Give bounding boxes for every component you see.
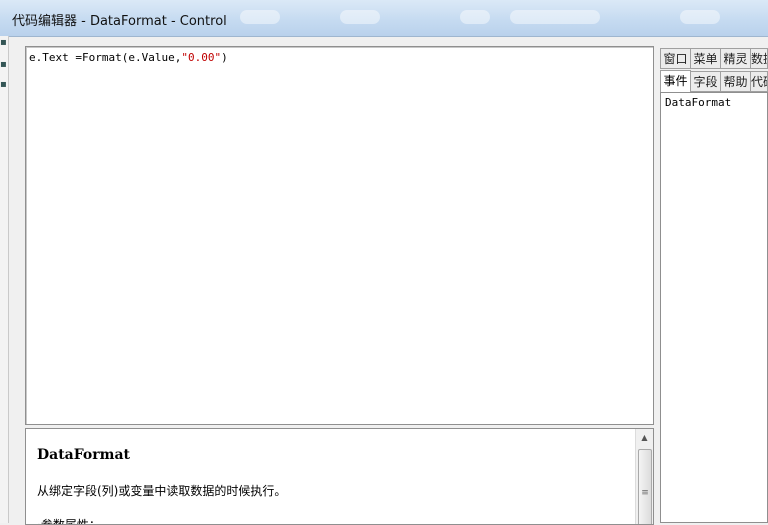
tab-fields[interactable]: 字段	[690, 71, 721, 92]
window-title: 代码编辑器 - DataFormat - Control	[12, 14, 227, 29]
grip-icon: ≡	[641, 488, 649, 498]
code-text: e.Text =Format(e.Value,	[29, 51, 182, 64]
list-item[interactable]: DataFormat	[665, 96, 731, 109]
arrow-up-icon[interactable]: ▲	[636, 429, 653, 446]
titlebar-glass-highlight	[510, 10, 600, 24]
tab-events[interactable]: 事件	[660, 70, 691, 92]
tab-code[interactable]: 代码	[750, 71, 768, 92]
tab-window[interactable]: 窗口	[660, 48, 691, 69]
titlebar-glass-highlight	[240, 10, 280, 24]
code-text-suffix: )	[221, 51, 228, 64]
help-scrollbar[interactable]: ▲ ≡	[635, 429, 653, 524]
scroll-thumb[interactable]: ≡	[638, 449, 652, 524]
titlebar-glass-highlight	[680, 10, 720, 24]
side-panel: 窗口 菜单 精灵 数据 事件 字段 帮助 代码 DataFormat	[658, 46, 768, 523]
tab-menu[interactable]: 菜单	[690, 48, 721, 69]
edge-glyph: ▪	[0, 79, 7, 90]
title-bar[interactable]: 代码编辑器 - DataFormat - Control	[0, 0, 768, 37]
help-pane: DataFormat 从绑定字段(列)或变量中读取数据的时候执行。 ·参数属性：…	[25, 428, 654, 525]
code-editor[interactable]: e.Text =Format(e.Value,"0.00")	[25, 46, 654, 425]
code-line[interactable]: e.Text =Format(e.Value,"0.00")	[29, 51, 228, 64]
help-description: 从绑定字段(列)或变量中读取数据的时候执行。	[37, 484, 287, 498]
titlebar-glass-highlight	[460, 10, 490, 24]
edge-glyph: ▪	[0, 59, 7, 70]
edge-glyph: ▪	[0, 37, 7, 48]
parent-window-edge: ▪ ▪ ▪	[0, 36, 9, 523]
help-subheading: ·参数属性：	[37, 518, 101, 525]
help-title: DataFormat	[37, 447, 130, 463]
tab-wizard[interactable]: 精灵	[720, 48, 751, 69]
event-list[interactable]: DataFormat	[660, 92, 768, 523]
tab-help[interactable]: 帮助	[720, 71, 751, 92]
tab-data[interactable]: 数据	[750, 48, 768, 69]
code-string-literal: "0.00"	[181, 51, 222, 64]
titlebar-glass-highlight	[340, 10, 380, 24]
